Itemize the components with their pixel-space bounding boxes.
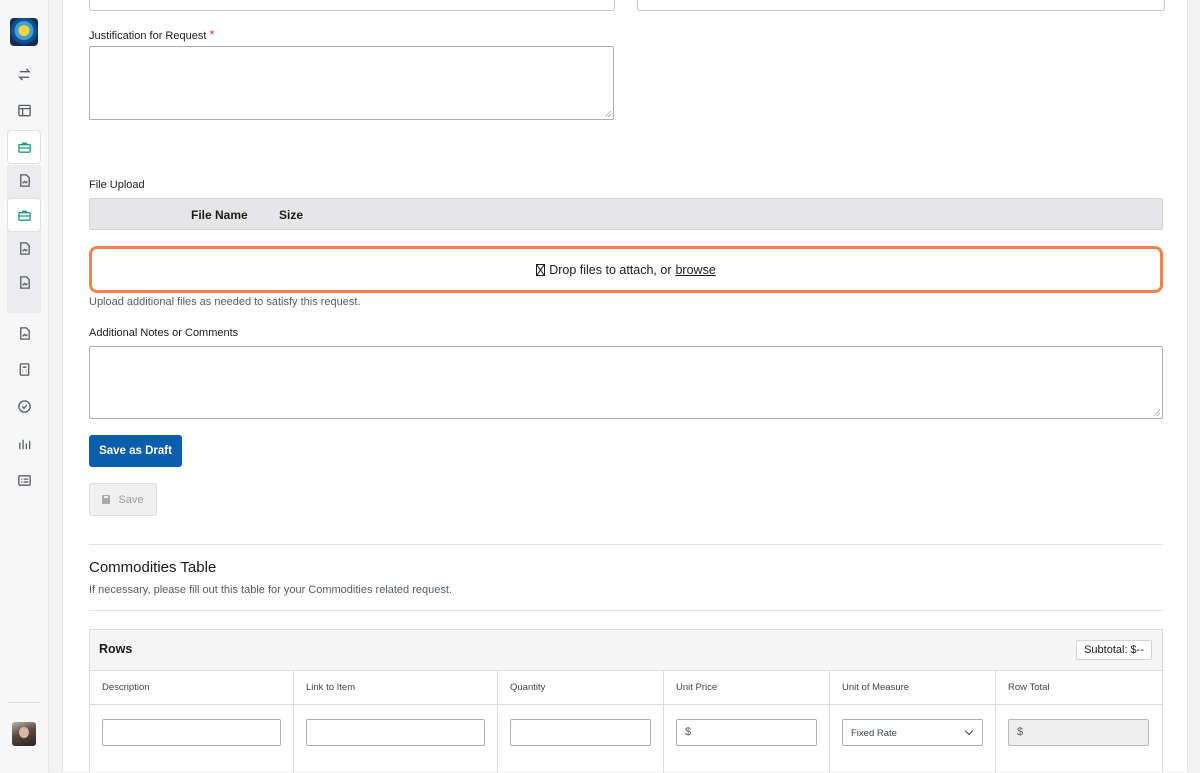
quantity-input[interactable] [510,719,651,746]
table-row-quantity-cell [498,705,664,773]
upload-hint: Upload additional files as needed to sat… [89,296,361,308]
check-circle-icon [17,399,31,413]
nav-document-4[interactable] [7,317,41,349]
column-unit-price: Unit Price [664,670,830,705]
previous-field-left[interactable] [89,0,615,11]
missing-glyph-icon [536,263,546,276]
required-mark: * [209,27,215,42]
chevron-down-icon [964,726,974,736]
row-total-prefix: $ [1017,726,1024,738]
layout-icon [17,104,31,116]
nav-document-3[interactable] [7,266,41,298]
save-button[interactable]: Save [89,483,157,516]
document-icon [19,173,30,187]
list-card-icon [17,474,31,486]
browse-link[interactable]: browse [675,263,715,277]
document-icon [19,241,30,255]
app-logo[interactable] [10,18,38,46]
file-table-header: File Name Size [89,198,1163,230]
nav-briefcase-1[interactable] [7,130,41,164]
subtotal-badge: Subtotal: $-- [1076,640,1152,660]
bar-chart-icon [18,439,30,449]
column-quantity: Quantity [498,670,664,705]
column-unit-of-measure: Unit of Measure [830,670,996,705]
unit-price-input[interactable]: $ [676,719,817,746]
nav-calculator[interactable] [7,353,41,385]
column-row-total: Row Total [996,670,1162,705]
row-total-input: $ [1008,719,1149,746]
table-row-total-cell: $ [996,705,1162,773]
briefcase-icon [17,210,31,221]
section-divider [89,544,1163,545]
table-row-unit-measure-cell: Fixed Rate [830,705,996,773]
save-icon [102,495,111,504]
table-row-description-cell [90,705,294,773]
nav-list[interactable] [7,464,41,496]
briefcase-icon [17,142,31,153]
save-button-label: Save [118,493,144,506]
column-link-to-item: Link to Item [294,670,498,705]
nav-check[interactable] [7,390,41,422]
commodities-table: Rows Subtotal: $-- Description Link to I… [89,629,1163,773]
rows-header: Rows Subtotal: $-- [90,630,1162,671]
column-description: Description [90,670,294,705]
nav-document-1[interactable] [7,164,41,196]
rows-title: Rows [99,642,133,656]
nav-briefcase-2[interactable] [7,198,41,232]
nav-layout-icon[interactable] [7,94,41,126]
link-to-item-input[interactable] [306,719,485,746]
commodities-description: If necessary, please fill out this table… [89,584,452,596]
save-as-draft-button[interactable]: Save as Draft [89,435,182,467]
sidebar-divider [8,702,40,703]
notes-label: Additional Notes or Comments [89,327,239,339]
file-name-column: File Name [191,208,248,222]
table-row-unit-price-cell: $ [664,705,830,773]
file-upload-label: File Upload [89,179,145,191]
justification-textarea[interactable] [89,46,614,120]
form-panel: Justification for Request * File Upload F… [62,0,1188,773]
unit-of-measure-select[interactable]: Fixed Rate [842,719,983,746]
section-divider-2 [89,610,1163,611]
unit-price-prefix: $ [685,726,692,738]
previous-field-right[interactable] [637,0,1165,11]
file-dropzone[interactable]: Drop files to attach, or browse [89,246,1163,293]
description-input[interactable] [102,719,281,746]
calculator-icon [19,362,29,376]
file-size-column: Size [279,208,304,222]
unit-of-measure-value: Fixed Rate [851,728,897,739]
user-avatar[interactable] [12,722,36,746]
commodities-title: Commodities Table [89,559,217,576]
swap-arrows-icon [17,67,31,81]
nav-document-2[interactable] [7,232,41,264]
justification-label: Justification for Request * [89,27,214,42]
table-row-link-cell [294,705,498,773]
dropzone-text: Drop files to attach, or [549,262,672,277]
notes-textarea[interactable] [89,346,1163,419]
document-icon [19,275,30,289]
nav-chart[interactable] [7,427,41,459]
sidebar [0,0,49,772]
nav-swap-icon[interactable] [7,58,41,90]
document-icon [19,326,30,340]
justification-label-text: Justification for Request [89,30,207,42]
